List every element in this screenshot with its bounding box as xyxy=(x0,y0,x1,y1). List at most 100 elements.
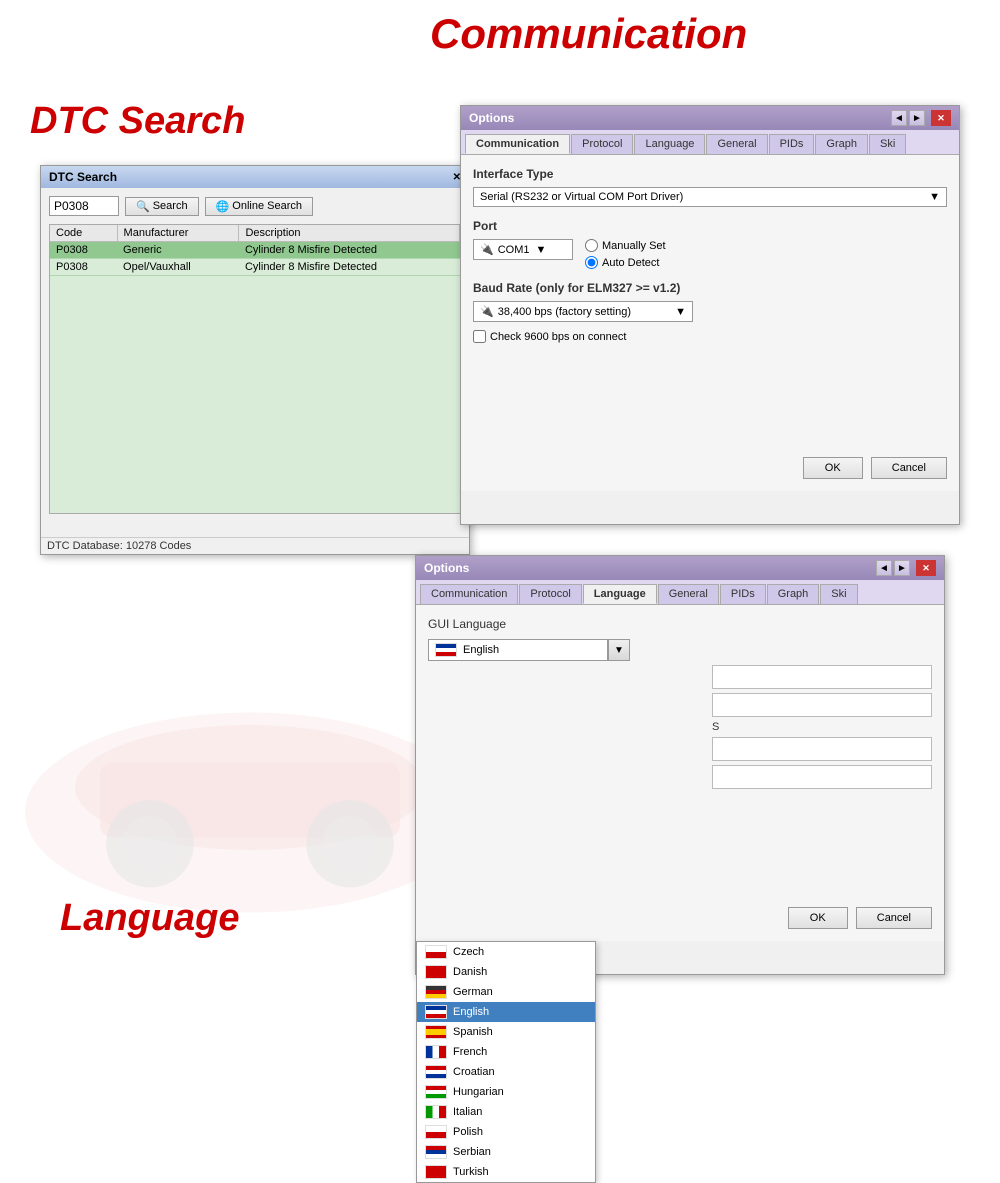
dtc-statusbar: DTC Database: 10278 Codes xyxy=(41,537,469,554)
online-icon: 🌐 xyxy=(216,200,230,213)
list-item[interactable]: Italian xyxy=(417,1102,595,1122)
online-search-button[interactable]: 🌐 Online Search xyxy=(205,197,313,216)
lang-ok-button[interactable]: OK xyxy=(788,907,848,929)
list-item[interactable]: Polish xyxy=(417,1122,595,1142)
flag-tr-icon xyxy=(425,1165,447,1179)
options-lang-titlebar: Options ◄ ► ✕ xyxy=(416,556,944,580)
table-row[interactable]: P0308 Opel/Vauxhall Cylinder 8 Misfire D… xyxy=(50,259,460,276)
options-comm-close-btn[interactable]: ✕ xyxy=(931,110,951,126)
port-row: 🔌 COM1 ▼ Manually Set Auto Detect xyxy=(473,239,947,269)
lang-cancel-button[interactable]: Cancel xyxy=(856,907,932,929)
port-value: COM1 xyxy=(498,244,530,256)
ok-cancel-row: OK Cancel xyxy=(803,457,947,479)
list-item[interactable]: Hungarian xyxy=(417,1082,595,1102)
list-item[interactable]: Croatian xyxy=(417,1062,595,1082)
lang-tab-protocol[interactable]: Protocol xyxy=(519,584,581,604)
dtc-status-text: DTC Database: 10278 Codes xyxy=(47,540,191,552)
lang-text-input-1[interactable] xyxy=(712,665,932,689)
lang-tab-pids[interactable]: PIDs xyxy=(720,584,766,604)
lang-czech-label: Czech xyxy=(453,946,484,958)
list-item[interactable]: Spanish xyxy=(417,1022,595,1042)
list-item[interactable]: Danish xyxy=(417,962,595,982)
dtc-table-container: Code Manufacturer Description P0308 Gene… xyxy=(49,224,461,514)
flag-es-icon xyxy=(425,1025,447,1039)
interface-dropdown-arrow[interactable]: ▼ xyxy=(929,191,940,203)
lang-tab-communication[interactable]: Communication xyxy=(420,584,518,604)
port-label: Port xyxy=(473,219,947,233)
lang-nav-left-btn[interactable]: ◄ xyxy=(876,560,892,576)
port-dropdown-arrow[interactable]: ▼ xyxy=(535,244,546,256)
table-row[interactable]: P0308 Generic Cylinder 8 Misfire Detecte… xyxy=(50,242,460,259)
options-comm-tabs: Communication Protocol Language General … xyxy=(461,130,959,155)
lang-tab-graph[interactable]: Graph xyxy=(767,584,820,604)
radio-auto-label: Auto Detect xyxy=(602,257,659,269)
cancel-button[interactable]: Cancel xyxy=(871,457,947,479)
baud-label: Baud Rate (only for ELM327 >= v1.2) xyxy=(473,281,947,295)
lang-tab-general[interactable]: General xyxy=(658,584,719,604)
s-label: S xyxy=(712,721,932,733)
flag-hr-icon xyxy=(425,1065,447,1079)
check-9600-checkbox[interactable] xyxy=(473,330,486,343)
list-item[interactable]: Serbian xyxy=(417,1142,595,1162)
selected-flag-icon xyxy=(435,643,457,657)
tab-ski[interactable]: Ski xyxy=(869,134,906,154)
search-icon: 🔍 xyxy=(136,200,150,213)
options-window-language: Options ◄ ► ✕ Communication Protocol Lan… xyxy=(415,555,945,975)
lang-french-label: French xyxy=(453,1046,487,1058)
title-dtcsearch: DTC Search xyxy=(30,100,245,143)
lang-text-input-4[interactable] xyxy=(712,765,932,789)
cell-manufacturer: Opel/Vauxhall xyxy=(117,259,239,276)
lang-tab-language[interactable]: Language xyxy=(583,584,657,604)
tab-graph[interactable]: Graph xyxy=(815,134,868,154)
tab-language[interactable]: Language xyxy=(634,134,705,154)
list-item-selected[interactable]: English xyxy=(417,1002,595,1022)
flag-hu-icon xyxy=(425,1085,447,1099)
lang-text-input-2[interactable] xyxy=(712,693,932,717)
nav-right-btn[interactable]: ► xyxy=(909,110,925,126)
list-item[interactable]: German xyxy=(417,982,595,1002)
lang-nav-right-btn[interactable]: ► xyxy=(894,560,910,576)
language-dropdown-list: Czech Danish German English Spanish Fren… xyxy=(416,941,596,1183)
flag-fr-icon xyxy=(425,1045,447,1059)
search-button[interactable]: 🔍 Search xyxy=(125,197,199,216)
tab-communication[interactable]: Communication xyxy=(465,134,570,154)
dtc-search-row: 🔍 Search 🌐 Online Search xyxy=(49,196,461,216)
radio-auto[interactable] xyxy=(585,256,598,269)
gui-lang-label: GUI Language xyxy=(428,617,932,631)
list-item[interactable]: Czech xyxy=(417,942,595,962)
ok-button[interactable]: OK xyxy=(803,457,863,479)
lang-text-input-3[interactable] xyxy=(712,737,932,761)
checkbox-label: Check 9600 bps on connect xyxy=(490,331,626,343)
radio-manually[interactable] xyxy=(585,239,598,252)
list-item[interactable]: Turkish xyxy=(417,1162,595,1182)
nav-left-btn[interactable]: ◄ xyxy=(891,110,907,126)
baud-row: 🔌 38,400 bps (factory setting) ▼ xyxy=(473,301,947,322)
options-lang-close-btn[interactable]: ✕ xyxy=(916,560,936,576)
cell-code: P0308 xyxy=(50,259,117,276)
baud-dropdown-arrow[interactable]: ▼ xyxy=(675,306,686,318)
options-lang-tabs: Communication Protocol Language General … xyxy=(416,580,944,605)
title-communication: Communication xyxy=(430,10,747,58)
lang-select-arrow[interactable]: ▼ xyxy=(608,639,630,661)
options-comm-body: Interface Type Serial (RS232 or Virtual … xyxy=(461,155,959,491)
lang-english-label: English xyxy=(453,1006,489,1018)
interface-type-value: Serial (RS232 or Virtual COM Port Driver… xyxy=(480,191,929,203)
radio-group: Manually Set Auto Detect xyxy=(585,239,666,269)
options-window-communication: Options ◄ ► ✕ Communication Protocol Lan… xyxy=(460,105,960,525)
tab-protocol[interactable]: Protocol xyxy=(571,134,633,154)
cell-description: Cylinder 8 Misfire Detected xyxy=(239,242,460,259)
title-language: Language xyxy=(60,897,239,940)
col-description: Description xyxy=(239,225,460,242)
lang-croatian-label: Croatian xyxy=(453,1066,495,1078)
list-item[interactable]: French xyxy=(417,1042,595,1062)
dtc-titlebar: DTC Search ✕ xyxy=(41,166,469,188)
lang-tab-ski[interactable]: Ski xyxy=(820,584,857,604)
dtc-search-window: DTC Search ✕ 🔍 Search 🌐 Online Search Co… xyxy=(40,165,470,555)
tab-general[interactable]: General xyxy=(706,134,767,154)
tab-pids[interactable]: PIDs xyxy=(769,134,815,154)
flag-cz-icon xyxy=(425,945,447,959)
gui-lang-selected[interactable]: English xyxy=(428,639,608,661)
dtc-code-input[interactable] xyxy=(49,196,119,216)
table-header-row: Code Manufacturer Description xyxy=(50,225,460,242)
options-lang-title: Options xyxy=(424,561,469,575)
